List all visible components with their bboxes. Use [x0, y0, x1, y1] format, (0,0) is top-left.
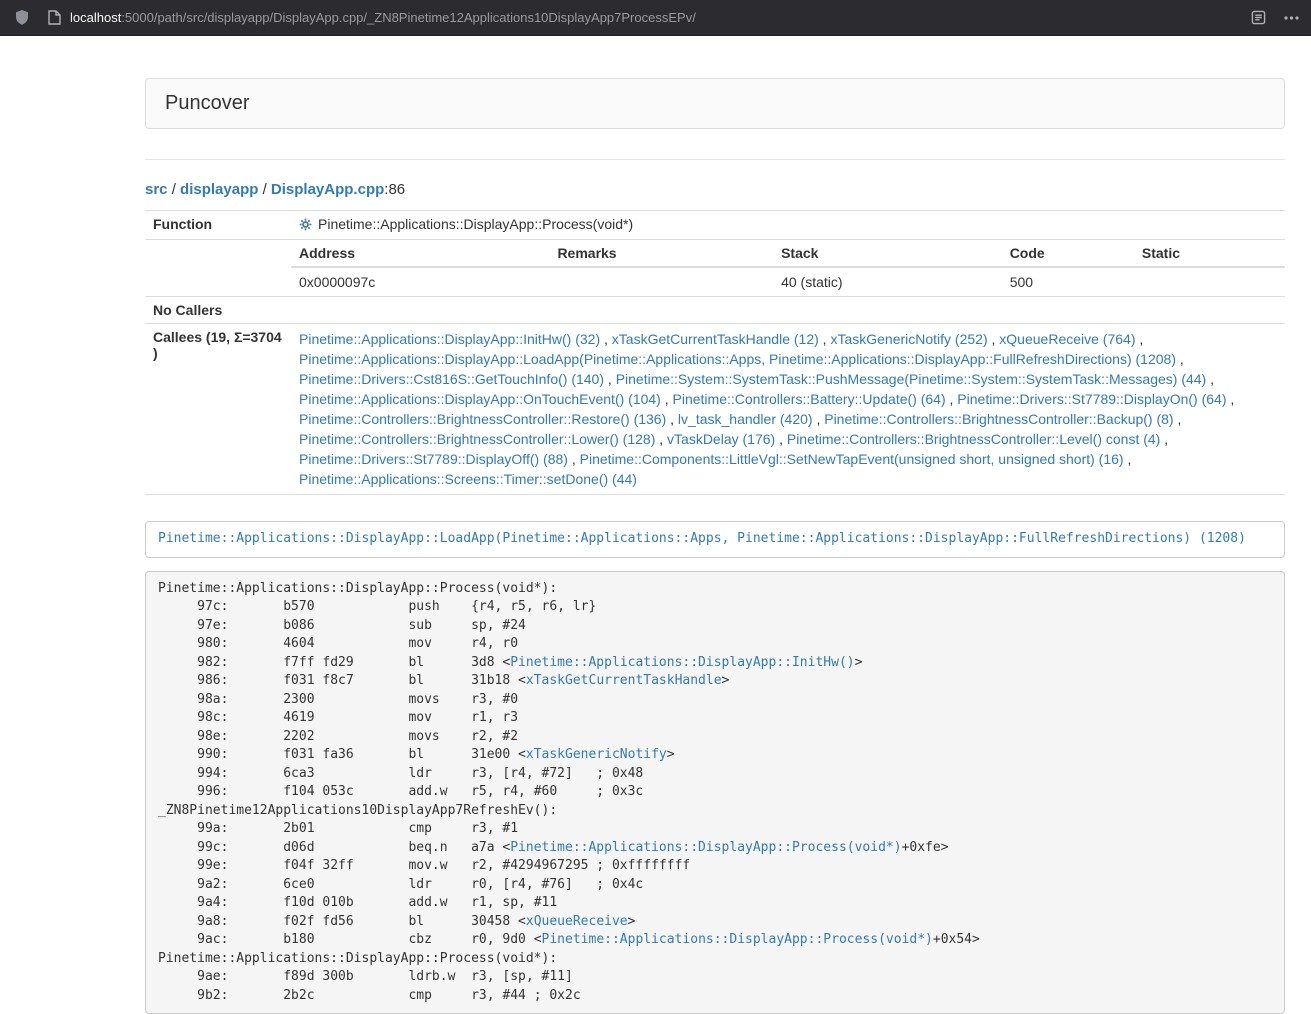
related-symbol-link[interactable]: Pinetime::Applications::DisplayApp::Load…	[158, 531, 1246, 546]
breadcrumb-link[interactable]: src	[145, 181, 168, 198]
callee-link[interactable]: Pinetime::System::SystemTask::PushMessag…	[616, 371, 1207, 387]
url-path: :5000/path/src/displayapp/DisplayApp.cpp…	[121, 10, 696, 25]
breadcrumb-separator: /	[168, 181, 181, 198]
function-row: Function Pinetime::Applications::Display…	[145, 211, 1285, 240]
callee-separator: ,	[988, 331, 1000, 347]
breadcrumb-separator: /	[258, 181, 271, 198]
callee-link[interactable]: lv_task_handler (420)	[678, 411, 813, 427]
overflow-menu-icon[interactable]	[1284, 16, 1299, 20]
callee-separator: ,	[1206, 371, 1214, 387]
cell-remarks	[549, 267, 773, 296]
callee-link[interactable]: Pinetime::Drivers::St7789::DisplayOn() (…	[957, 391, 1226, 407]
callee-link[interactable]: Pinetime::Drivers::St7789::DisplayOff() …	[299, 451, 568, 467]
callee-link[interactable]: Pinetime::Applications::DisplayApp::OnTo…	[299, 391, 661, 407]
callee-link[interactable]: Pinetime::Applications::Screens::Timer::…	[299, 471, 637, 487]
disassembly-symbol-link[interactable]: xTaskGenericNotify	[526, 747, 667, 762]
related-symbol-panel: Pinetime::Applications::DisplayApp::Load…	[145, 521, 1285, 558]
callee-separator: ,	[604, 371, 616, 387]
callee-separator: ,	[775, 431, 787, 447]
column-header-code: Code	[1002, 240, 1134, 267]
function-row-label: Function	[145, 211, 291, 240]
content-container: Puncover src / displayapp / DisplayApp.c…	[145, 78, 1285, 1014]
breadcrumb-line-number: :86	[384, 181, 405, 198]
callee-separator: ,	[1124, 451, 1132, 467]
column-header-remarks: Remarks	[549, 240, 773, 267]
callee-separator: ,	[1174, 411, 1182, 427]
callee-separator: ,	[661, 391, 673, 407]
callee-link[interactable]: Pinetime::Controllers::BrightnessControl…	[824, 411, 1173, 427]
stats-data-row: 0x0000097c 40 (static) 500	[291, 267, 1285, 296]
cell-static	[1134, 267, 1285, 296]
callee-link[interactable]: Pinetime::Controllers::BrightnessControl…	[299, 431, 655, 447]
no-callers-cell	[291, 297, 1285, 324]
callee-separator: ,	[1160, 431, 1168, 447]
callee-link[interactable]: Pinetime::Controllers::BrightnessControl…	[299, 411, 666, 427]
callees-label: Callees (19, Σ=3704 )	[145, 324, 291, 495]
callees-row: Callees (19, Σ=3704 ) Pinetime::Applicat…	[145, 324, 1285, 495]
callee-separator: ,	[568, 451, 580, 467]
stats-row-wrapper: Address Remarks Stack Code Static 0x0000…	[145, 240, 1285, 297]
stats-header-row: Address Remarks Stack Code Static	[291, 240, 1285, 267]
callee-separator: ,	[1135, 331, 1143, 347]
breadcrumb: src / displayapp / DisplayApp.cpp:86	[145, 181, 1285, 198]
cell-stack: 40 (static)	[773, 267, 1002, 296]
breadcrumb-link[interactable]: DisplayApp.cpp	[271, 181, 384, 198]
stats-table-cell: Address Remarks Stack Code Static 0x0000…	[291, 240, 1285, 297]
shield-icon[interactable]	[14, 9, 30, 26]
callee-separator: ,	[1227, 391, 1235, 407]
function-name: Pinetime::Applications::DisplayApp::Proc…	[318, 216, 633, 232]
url-host: localhost	[70, 10, 121, 25]
callees-list: Pinetime::Applications::DisplayApp::Init…	[299, 329, 1277, 489]
app-header-panel: Puncover	[145, 78, 1285, 129]
disassembly-symbol-link[interactable]: xQueueReceive	[526, 914, 628, 929]
cell-code: 500	[1002, 267, 1134, 296]
callee-separator: ,	[600, 331, 612, 347]
disassembly-symbol-link[interactable]: Pinetime::Applications::DisplayApp::Proc…	[510, 840, 901, 855]
page-title: Puncover	[165, 92, 250, 114]
no-callers-row: No Callers	[145, 297, 1285, 324]
disassembly-symbol-link[interactable]: Pinetime::Applications::DisplayApp::Init…	[510, 655, 854, 670]
browser-topbar: localhost:5000/path/src/displayapp/Displ…	[0, 0, 1311, 36]
callee-separator: ,	[666, 411, 678, 427]
callee-link[interactable]: xTaskGenericNotify (252)	[830, 331, 987, 347]
disassembly-symbol-link[interactable]: xTaskGetCurrentTaskHandle	[526, 673, 722, 688]
cog-icon	[299, 218, 312, 234]
callee-link[interactable]: Pinetime::Controllers::BrightnessControl…	[787, 431, 1160, 447]
column-header-address: Address	[291, 240, 549, 267]
callee-link[interactable]: Pinetime::Controllers::Battery::Update()…	[673, 391, 946, 407]
callee-separator: ,	[655, 431, 667, 447]
callee-link[interactable]: Pinetime::Applications::DisplayApp::Load…	[299, 351, 1176, 367]
callee-link[interactable]: xQueueReceive (764)	[999, 331, 1135, 347]
callee-link[interactable]: Pinetime::Drivers::Cst816S::GetTouchInfo…	[299, 371, 604, 387]
callee-link[interactable]: vTaskDelay (176)	[667, 431, 775, 447]
column-header-static: Static	[1134, 240, 1285, 267]
page-icon[interactable]	[48, 10, 61, 25]
empty-cell	[145, 240, 291, 297]
no-callers-label: No Callers	[145, 297, 291, 324]
breadcrumb-link[interactable]: displayapp	[180, 181, 258, 198]
callees-cell: Pinetime::Applications::DisplayApp::Init…	[291, 324, 1285, 495]
function-name-cell: Pinetime::Applications::DisplayApp::Proc…	[291, 211, 1285, 240]
callee-separator: ,	[819, 331, 831, 347]
breadcrumb-items: src / displayapp / DisplayApp.cpp	[145, 181, 384, 198]
callee-separator: ,	[813, 411, 825, 427]
disassembly-code: Pinetime::Applications::DisplayApp::Proc…	[145, 571, 1285, 1014]
cell-address: 0x0000097c	[291, 267, 549, 296]
url-bar[interactable]: localhost:5000/path/src/displayapp/Displ…	[70, 10, 1233, 25]
disassembly-symbol-link[interactable]: Pinetime::Applications::DisplayApp::Proc…	[542, 932, 933, 947]
callee-separator: ,	[1176, 351, 1184, 367]
callee-separator: ,	[946, 391, 958, 407]
callee-link[interactable]: Pinetime::Applications::DisplayApp::Init…	[299, 331, 600, 347]
callee-link[interactable]: Pinetime::Components::LittleVgl::SetNewT…	[580, 451, 1124, 467]
reader-view-icon[interactable]	[1251, 10, 1266, 25]
stats-table: Address Remarks Stack Code Static 0x0000…	[291, 240, 1285, 296]
divider	[145, 159, 1285, 160]
column-header-stack: Stack	[773, 240, 1002, 267]
symbol-table: Function Pinetime::Applications::Display…	[145, 210, 1285, 495]
callee-link[interactable]: xTaskGetCurrentTaskHandle (12)	[612, 331, 819, 347]
